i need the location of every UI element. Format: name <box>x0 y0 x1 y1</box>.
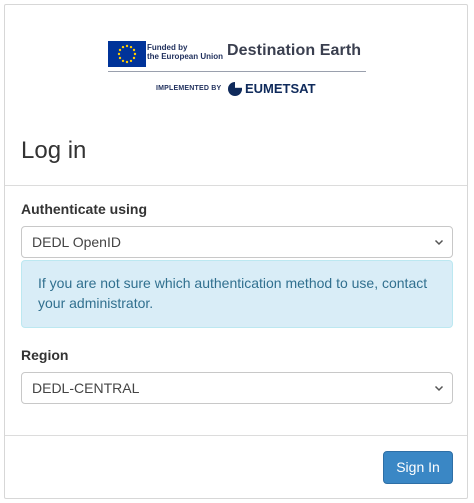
auth-method-value: DEDL OpenID <box>32 234 121 250</box>
logo-divider <box>108 71 366 72</box>
page-title: Log in <box>21 137 87 164</box>
divider <box>5 185 467 186</box>
login-card: Funded by the European Union Destination… <box>4 4 468 499</box>
implementer-name: EUMETSAT <box>245 81 316 96</box>
program-name: Destination Earth <box>227 42 362 59</box>
chevron-down-icon <box>434 385 444 392</box>
eu-flag-icon <box>108 41 146 67</box>
auth-info-alert: If you are not sure which authentication… <box>21 260 453 328</box>
region-select[interactable]: DEDL-CENTRAL <box>21 372 453 404</box>
eumetsat-logo-icon <box>227 81 243 97</box>
footer-divider <box>5 435 467 436</box>
eu-funding-line1: Funded by <box>147 43 188 52</box>
logo-area: Funded by the European Union Destination… <box>5 5 467 135</box>
auth-method-label: Authenticate using <box>21 201 148 217</box>
sign-in-button[interactable]: Sign In <box>383 451 453 484</box>
eu-funding-text: Funded by the European Union <box>147 43 227 61</box>
auth-method-select[interactable]: DEDL OpenID <box>21 226 453 258</box>
region-value: DEDL-CENTRAL <box>32 380 140 396</box>
chevron-down-icon <box>434 239 444 246</box>
implemented-by-label: IMPLEMENTED BY <box>156 85 222 92</box>
region-label: Region <box>21 347 69 363</box>
eu-funding-line2: the European Union <box>147 52 223 61</box>
